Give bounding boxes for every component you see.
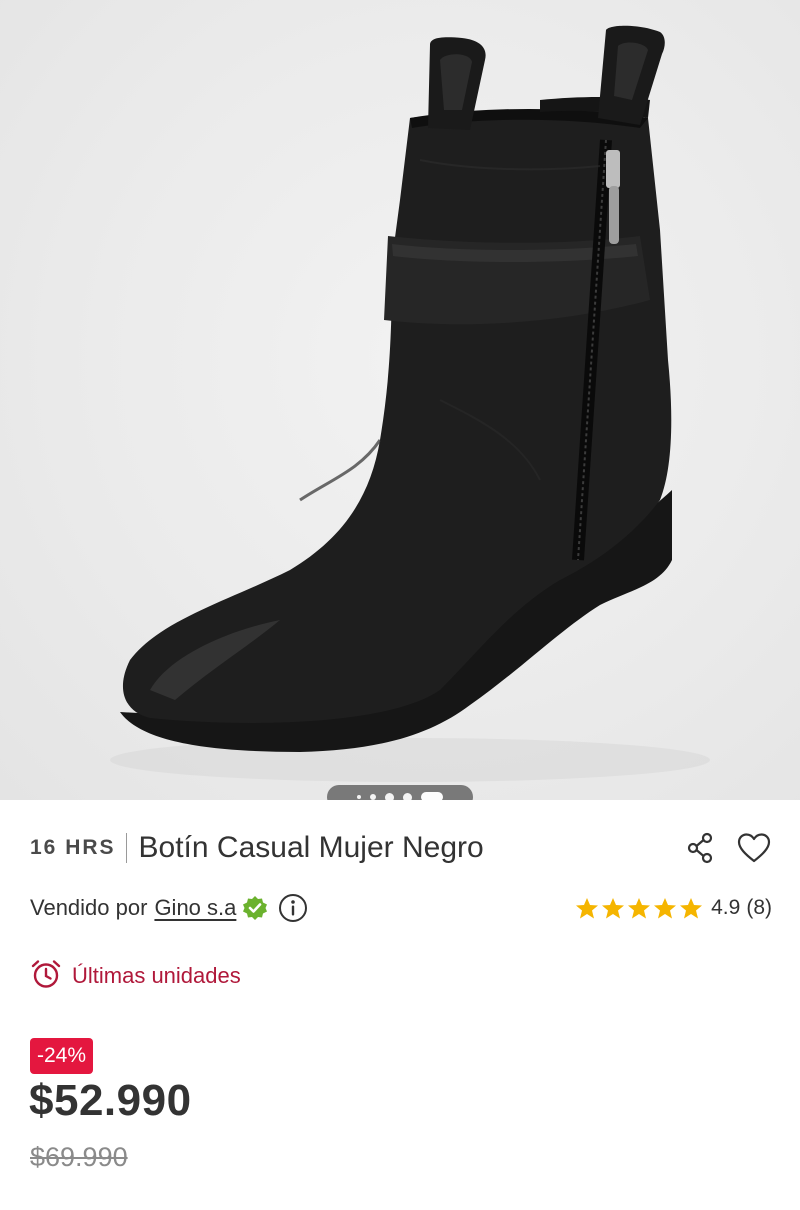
seller-prefix: Vendido por: [30, 895, 148, 920]
rating-value: 4.9: [711, 896, 741, 919]
brand-name[interactable]: 16 HRS: [30, 836, 116, 860]
info-icon[interactable]: [278, 893, 308, 923]
gallery-dot-5-active[interactable]: [421, 792, 443, 800]
discount-badge: -24%: [30, 1038, 94, 1074]
stock-label: Últimas unidades: [72, 963, 241, 988]
star-icon: [654, 897, 677, 918]
product-image: [110, 25, 710, 782]
share-icon[interactable]: [682, 830, 718, 866]
heart-icon[interactable]: [736, 830, 772, 866]
alarm-clock-icon: [30, 958, 62, 995]
gallery-dot-2[interactable]: [370, 794, 376, 800]
star-icon: [628, 897, 651, 918]
title-divider: [125, 833, 127, 863]
verified-badge-icon: [242, 895, 268, 921]
original-price: $69.990: [30, 1142, 128, 1172]
gallery-dot-3[interactable]: [385, 792, 394, 800]
title-actions: [682, 830, 772, 866]
gallery-dot-4[interactable]: [403, 792, 412, 800]
rating-stars: [575, 897, 703, 920]
gallery-dot-1[interactable]: [357, 795, 361, 799]
star-icon: [680, 897, 703, 918]
star-icon: [576, 897, 599, 918]
product-title-row: 16 HRS Botín Casual Mujer Negro: [30, 826, 772, 870]
stock-status: Últimas unidades: [30, 956, 241, 996]
seller-link[interactable]: Gino s.a: [154, 895, 236, 921]
product-image-gallery[interactable]: [0, 0, 800, 800]
product-title: Botín Casual Mujer Negro: [138, 831, 484, 864]
rating-count: (8): [746, 896, 772, 919]
product-rating[interactable]: 4.9 (8): [575, 896, 772, 920]
seller-row: Vendido por Gino s.a 4.9 (8): [30, 888, 772, 928]
current-price: $52.990: [29, 1076, 192, 1125]
star-icon: [602, 897, 625, 918]
gallery-pagination[interactable]: [327, 785, 473, 800]
